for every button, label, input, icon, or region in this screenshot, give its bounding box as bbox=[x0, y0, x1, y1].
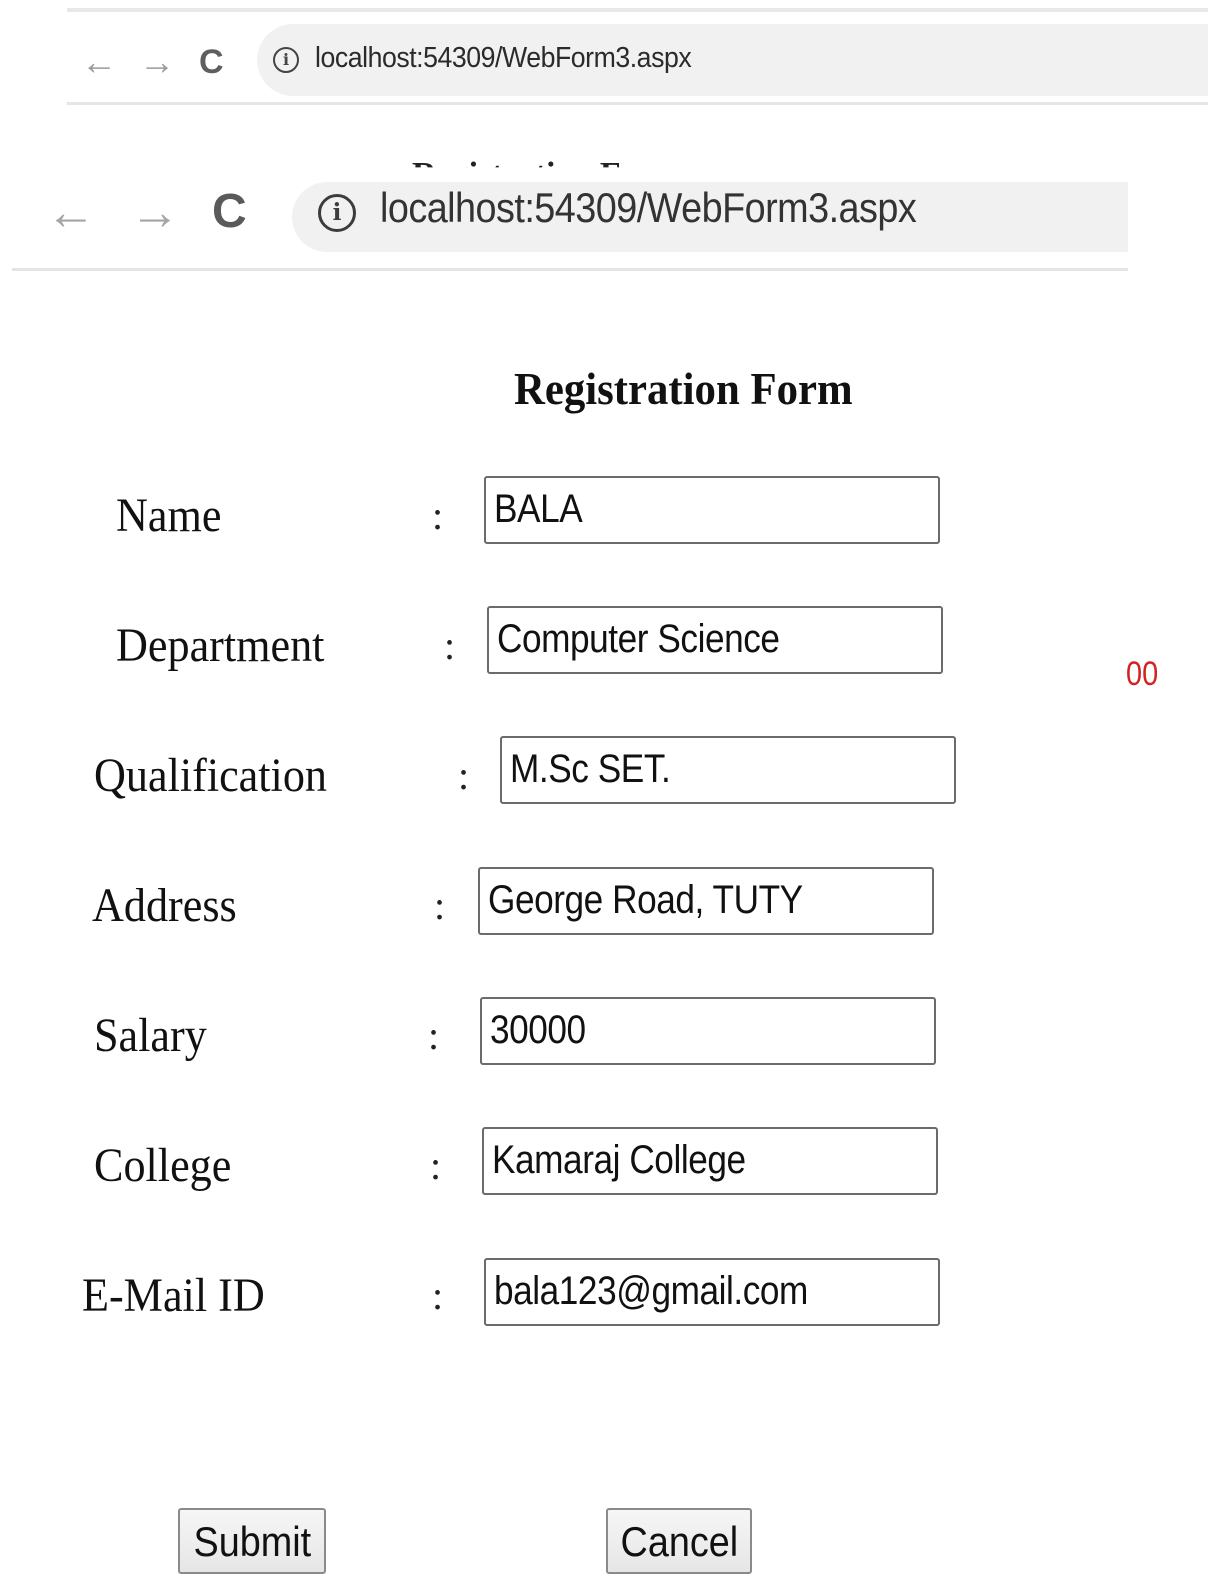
email-value: bala123@gmail.com bbox=[494, 1269, 808, 1313]
address-value: George Road, TUTY bbox=[488, 878, 803, 922]
browser-toolbar-top: ← → C i localhost:54309/WebForm3.aspx bbox=[67, 8, 1208, 105]
info-icon[interactable]: i bbox=[318, 194, 356, 232]
colon: : bbox=[432, 493, 444, 538]
department-value: Computer Science bbox=[497, 617, 780, 661]
reload-icon[interactable]: C bbox=[212, 184, 247, 240]
college-input[interactable]: Kamaraj College bbox=[482, 1127, 938, 1195]
name-input[interactable]: BALA bbox=[484, 476, 940, 544]
colon: : bbox=[430, 1143, 442, 1188]
cancel-button[interactable]: Cancel bbox=[606, 1508, 752, 1574]
validation-text: 00 bbox=[1126, 655, 1159, 693]
salary-label: Salary bbox=[94, 1009, 207, 1062]
colon: : bbox=[434, 883, 446, 928]
forward-arrow-icon[interactable]: → bbox=[130, 184, 180, 240]
name-value: BALA bbox=[494, 487, 583, 531]
address-label: Address bbox=[92, 879, 237, 932]
address-bar[interactable]: i localhost:54309/WebForm3.aspx bbox=[257, 24, 1208, 96]
colon: : bbox=[432, 1273, 444, 1318]
salary-input[interactable]: 30000 bbox=[480, 997, 936, 1065]
address-bar-url: localhost:54309/WebForm3.aspx bbox=[315, 42, 692, 74]
submit-button[interactable]: Submit bbox=[178, 1508, 326, 1574]
browser-toolbar-front: Registration Form ← → C i localhost:5430… bbox=[12, 156, 1128, 271]
department-input[interactable]: Computer Science bbox=[487, 606, 943, 674]
email-label: E-Mail ID bbox=[82, 1269, 265, 1322]
cancel-button-label: Cancel bbox=[620, 1518, 738, 1565]
forward-arrow-icon[interactable]: → bbox=[139, 42, 175, 82]
qualification-label: Qualification bbox=[94, 749, 327, 802]
submit-button-label: Submit bbox=[193, 1518, 311, 1565]
salary-value: 30000 bbox=[490, 1008, 586, 1052]
colon: : bbox=[444, 623, 456, 668]
form-title: Registration Form bbox=[514, 363, 853, 414]
qualification-value: M.Sc SET. bbox=[510, 747, 671, 791]
back-arrow-icon[interactable]: ← bbox=[46, 184, 96, 240]
email-input[interactable]: bala123@gmail.com bbox=[484, 1258, 940, 1326]
college-label: College bbox=[94, 1139, 232, 1192]
qualification-input[interactable]: M.Sc SET. bbox=[500, 736, 956, 804]
back-arrow-icon[interactable]: ← bbox=[81, 42, 117, 82]
name-label: Name bbox=[116, 489, 222, 542]
college-value: Kamaraj College bbox=[492, 1138, 746, 1182]
address-input[interactable]: George Road, TUTY bbox=[478, 867, 934, 935]
info-icon[interactable]: i bbox=[273, 47, 299, 73]
address-bar-url: localhost:54309/WebForm3.aspx bbox=[380, 184, 917, 231]
address-bar[interactable]: i localhost:54309/WebForm3.aspx bbox=[292, 182, 1128, 252]
page: ← → C i localhost:54309/WebForm3.aspx Re… bbox=[0, 0, 1208, 1590]
reload-icon[interactable]: C bbox=[199, 42, 224, 82]
colon: : bbox=[458, 753, 470, 798]
department-label: Department bbox=[116, 619, 325, 672]
colon: : bbox=[428, 1013, 440, 1058]
